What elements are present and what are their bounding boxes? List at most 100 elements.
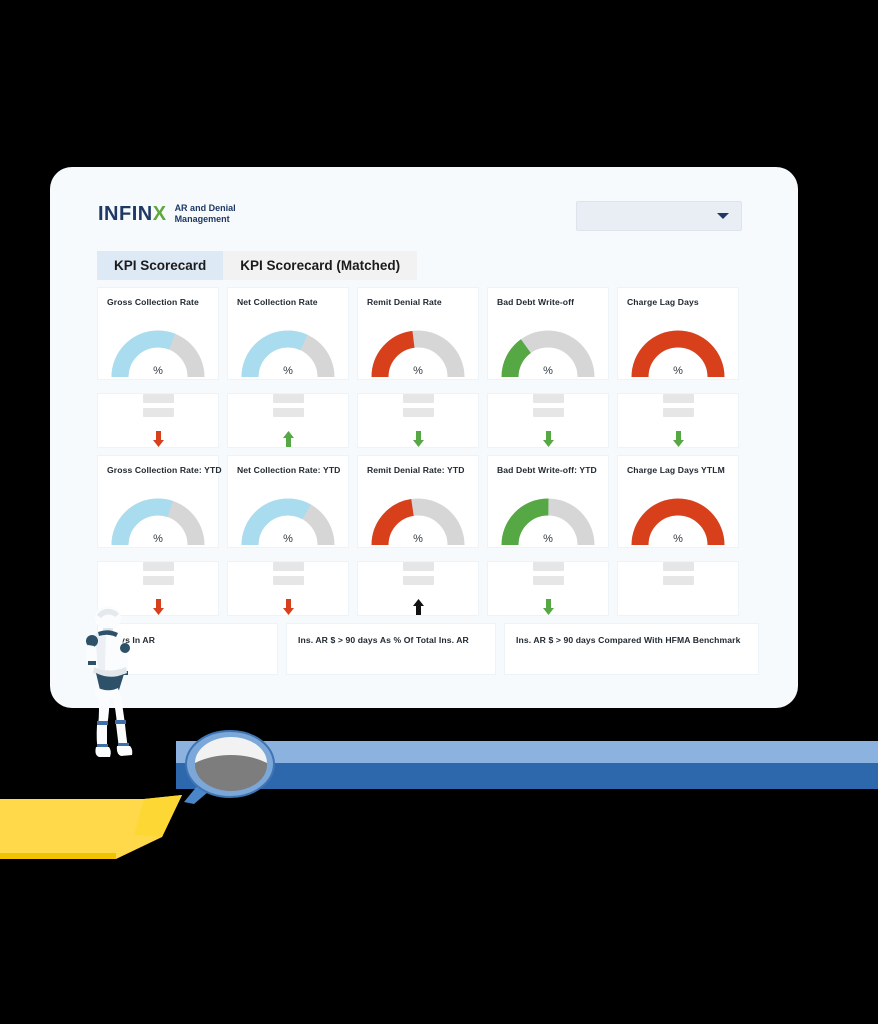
skeleton-bars	[272, 562, 304, 585]
gauge-chart: %	[240, 329, 336, 379]
robot-mascot	[86, 606, 133, 757]
arrow-down-icon	[672, 431, 684, 447]
gauge-holder: %	[228, 475, 348, 547]
kpi-metric-card[interactable]	[227, 561, 349, 616]
tab-kpi-scorecard-matched[interactable]: KPI Scorecard (Matched)	[223, 251, 418, 280]
arrow-down-icon	[282, 599, 294, 615]
gauge-percent-label: %	[283, 365, 293, 377]
skeleton-bar	[402, 408, 434, 417]
kpi-card-gross-collection-rate[interactable]: Gross Collection Rate %	[97, 287, 219, 380]
kpi-card-title: Bad Debt Write-off: YTD	[497, 465, 597, 475]
kpi-metric-card[interactable]	[487, 393, 609, 448]
gauge-chart: %	[240, 497, 336, 547]
skeleton-bar	[272, 408, 304, 417]
bottom-card-row: Days In AR Ins. AR $ > 90 days As % Of T…	[97, 623, 759, 675]
kpi-card-title: Remit Denial Rate: YTD	[367, 465, 465, 475]
kpi-card-title: Net Collection Rate: YTD	[237, 465, 341, 475]
gauge-holder: %	[98, 475, 218, 547]
gauge-chart: %	[500, 497, 596, 547]
kpi-metric-card[interactable]	[487, 561, 609, 616]
skeleton-bar	[532, 408, 564, 417]
kpi-card-title: Remit Denial Rate	[367, 297, 442, 307]
skeleton-bars	[402, 562, 434, 585]
gauge-holder: %	[618, 307, 738, 379]
kpi-metric-card[interactable]	[357, 561, 479, 616]
skeleton-bar	[662, 394, 694, 403]
arrow-down-icon	[152, 431, 164, 447]
kpi-card-charge-lag-days[interactable]: Charge Lag Days %	[617, 287, 739, 380]
logo-main-text: INFIN	[98, 203, 153, 226]
skeleton-bars	[662, 394, 694, 417]
gauge-percent-label: %	[153, 533, 163, 545]
skeleton-bar	[532, 562, 564, 571]
skeleton-bar	[142, 576, 174, 585]
yellow-banner-decoration	[0, 795, 182, 859]
gauge-holder: %	[488, 475, 608, 547]
skeleton-bar	[402, 394, 434, 403]
gauge-holder: %	[228, 307, 348, 379]
skeleton-bar	[142, 394, 174, 403]
magnifying-glass-icon	[184, 730, 275, 804]
skeleton-bar	[272, 562, 304, 571]
arrow-up-icon	[282, 431, 294, 447]
gauge-percent-label: %	[153, 365, 163, 377]
skeleton-bars	[532, 394, 564, 417]
kpi-card-ins-ar-over-90-days-pct[interactable]: Ins. AR $ > 90 days As % Of Total Ins. A…	[286, 623, 496, 675]
skeleton-bars	[402, 394, 434, 417]
gauge-holder: %	[488, 307, 608, 379]
kpi-card-title: Gross Collection Rate	[107, 297, 199, 307]
skeleton-bar	[662, 562, 694, 571]
kpi-card-title: Net Collection Rate	[237, 297, 318, 307]
skeleton-bar	[272, 394, 304, 403]
kpi-card-net-collection-rate[interactable]: Net Collection Rate %	[227, 287, 349, 380]
kpi-card-net-collection-rate-ytd[interactable]: Net Collection Rate: YTD %	[227, 455, 349, 548]
skeleton-bar	[662, 576, 694, 585]
skeleton-row-1	[97, 393, 739, 448]
gauge-holder: %	[618, 475, 738, 547]
arrow-placeholder	[672, 597, 685, 617]
kpi-metric-card[interactable]	[227, 393, 349, 448]
gauge-chart: %	[110, 497, 206, 547]
kpi-card-title: Gross Collection Rate: YTD	[107, 465, 222, 475]
tab-kpi-scorecard[interactable]: KPI Scorecard	[97, 251, 224, 280]
skeleton-bars	[142, 562, 174, 585]
kpi-metric-card[interactable]	[357, 393, 479, 448]
gauge-percent-label: %	[543, 533, 553, 545]
kpi-card-title: Ins. AR $ > 90 days Compared With HFMA B…	[516, 635, 741, 645]
kpi-card-bad-debt-write-off-ytd[interactable]: Bad Debt Write-off: YTD %	[487, 455, 609, 548]
screenshot-stage: INFINX AR and Denial Management KPI Scor…	[0, 0, 878, 1024]
dashboard-panel: INFINX AR and Denial Management KPI Scor…	[50, 167, 798, 708]
kpi-card-charge-lag-days-ytlm[interactable]: Charge Lag Days YTLM %	[617, 455, 739, 548]
kpi-metric-card[interactable]	[617, 561, 739, 616]
gauge-percent-label: %	[673, 533, 683, 545]
kpi-card-bad-debt-write-off[interactable]: Bad Debt Write-off %	[487, 287, 609, 380]
kpi-card-title: Bad Debt Write-off	[497, 297, 575, 307]
kpi-card-gross-collection-rate-ytd[interactable]: Gross Collection Rate: YTD %	[97, 455, 222, 548]
skeleton-bar	[142, 408, 174, 417]
gauge-chart: %	[370, 329, 466, 379]
blue-bar-top	[176, 741, 878, 763]
kpi-metric-card[interactable]	[97, 393, 219, 448]
skeleton-bar	[662, 408, 694, 417]
filter-dropdown[interactable]	[576, 201, 742, 231]
kpi-card-remit-denial-rate[interactable]: Remit Denial Rate %	[357, 287, 479, 380]
arrow-down-icon	[412, 431, 424, 447]
skeleton-bar	[142, 562, 174, 571]
skeleton-bars	[662, 562, 694, 585]
skeleton-bar	[532, 576, 564, 585]
kpi-card-title: Ins. AR $ > 90 days As % Of Total Ins. A…	[298, 635, 469, 645]
gauge-chart: %	[370, 497, 466, 547]
blue-bar-bottom	[176, 763, 878, 789]
skeleton-bar	[272, 576, 304, 585]
kpi-card-remit-denial-rate-ytd[interactable]: Remit Denial Rate: YTD %	[357, 455, 479, 548]
skeleton-bar	[402, 562, 434, 571]
kpi-card-ins-ar-over-90-days-hfma[interactable]: Ins. AR $ > 90 days Compared With HFMA B…	[504, 623, 759, 675]
kpi-card-title: Charge Lag Days YTLM	[627, 465, 725, 475]
gauge-row-1: Gross Collection Rate % Net Collection R…	[97, 287, 739, 380]
gauge-percent-label: %	[413, 533, 423, 545]
kpi-metric-card[interactable]	[617, 393, 739, 448]
arrow-up-icon	[412, 599, 424, 615]
arrow-down-icon	[542, 599, 554, 615]
arrow-down-icon	[542, 431, 554, 447]
skeleton-bar	[402, 576, 434, 585]
